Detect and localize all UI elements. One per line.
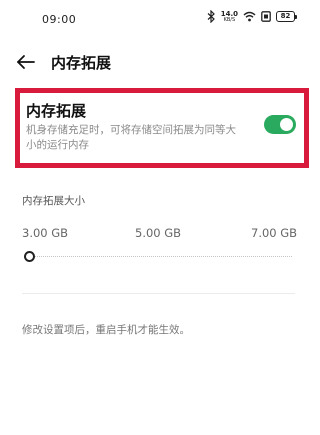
network-speed: 14.0 KB/S [221, 10, 238, 23]
battery-level: 82 [280, 12, 291, 20]
memory-extension-setting: 内存拓展 机身存储充足时，可将存储空间拓展为同等大小的运行内存 [15, 88, 309, 168]
status-icons: 14.0 KB/S 82 [207, 10, 297, 23]
slider-track [30, 256, 292, 257]
memory-extension-screen: 09:00 14.0 KB/S 82 内存拓展 内存拓展 机身存储充足时，可将存… [0, 0, 315, 435]
extension-size-label: 内存拓展大小 [22, 195, 85, 207]
restart-note: 修改设置项后，重启手机才能生效。 [22, 324, 190, 336]
sim-icon [261, 11, 271, 22]
back-button[interactable] [15, 51, 37, 73]
battery-icon: 82 [276, 11, 297, 22]
toggle-knob [280, 118, 293, 131]
setting-description: 机身存储充足时，可将存储空间拓展为同等大小的运行内存 [26, 124, 236, 151]
extension-size-slider[interactable] [24, 250, 294, 264]
wifi-icon [243, 11, 256, 22]
divider [22, 293, 295, 294]
slider-thumb[interactable] [24, 251, 35, 262]
network-speed-unit: KB/S [223, 16, 236, 23]
size-option-3gb[interactable]: 3.00 GB [22, 226, 68, 240]
size-option-5gb[interactable]: 5.00 GB [135, 226, 181, 240]
page-title: 内存拓展 [51, 54, 112, 72]
bluetooth-icon [207, 10, 215, 23]
setting-title: 内存拓展 [26, 102, 87, 120]
size-option-7gb[interactable]: 7.00 GB [251, 226, 297, 240]
status-bar: 09:00 14.0 KB/S 82 [0, 0, 315, 38]
arrow-left-icon [17, 55, 35, 69]
app-header: 内存拓展 [0, 44, 315, 80]
memory-extension-toggle[interactable] [264, 115, 296, 134]
status-time: 09:00 [42, 13, 77, 26]
